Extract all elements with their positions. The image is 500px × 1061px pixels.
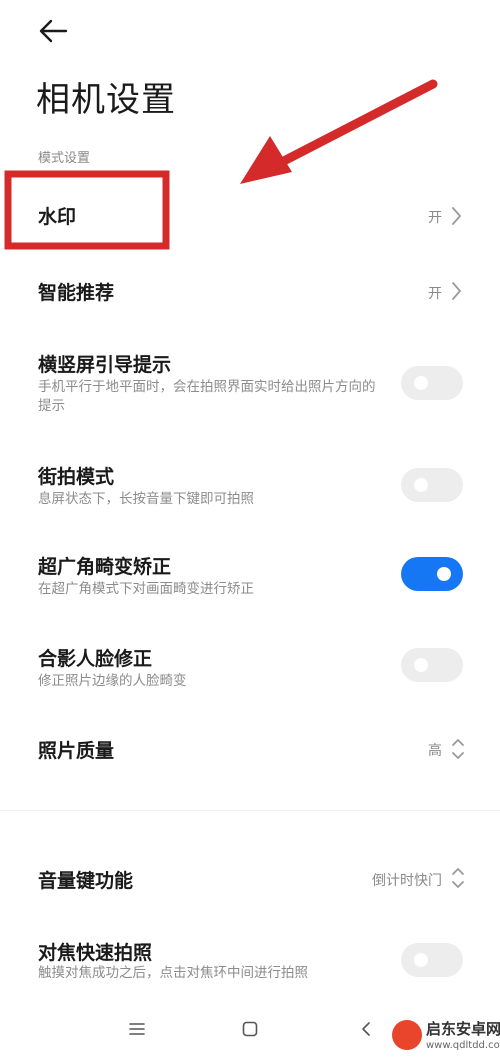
setting-title: 对焦快速拍照 [38, 942, 153, 964]
toggle-knob [414, 658, 428, 672]
setting-title: 横竖屏引导提示 [38, 354, 172, 376]
setting-group-face-correction[interactable]: 合影人脸修正 修正照片边缘的人脸畸变 [0, 636, 500, 706]
setting-subtitle: 触摸对焦成功之后，点击对焦环中间进行拍照 [38, 965, 308, 981]
toggle-knob [414, 953, 428, 967]
setting-title: 智能推荐 [38, 282, 115, 304]
setting-ultrawide-correction[interactable]: 超广角畸变矫正 在超广角模式下对画面畸变进行矫正 [0, 544, 500, 614]
setting-volume-key[interactable]: 音量键功能 倒计时快门 [0, 850, 500, 910]
setting-title: 超广角畸变矫正 [38, 556, 172, 578]
setting-value: 开 [428, 210, 442, 226]
ultrawide-correction-toggle[interactable] [401, 557, 463, 591]
setting-subtitle: 息屏状态下，长按音量下键即可拍照 [38, 491, 254, 507]
page-title: 相机设置 [36, 80, 176, 120]
home-icon[interactable] [241, 1020, 259, 1038]
setting-title: 音量键功能 [38, 870, 134, 892]
annotation-arrow [240, 79, 438, 184]
setting-title: 街拍模式 [38, 466, 115, 488]
setting-value: 倒计时快门 [372, 873, 442, 889]
setting-subtitle: 在超广角模式下对画面畸变进行矫正 [38, 581, 254, 597]
setting-smart-recommend[interactable]: 智能推荐 开 [0, 258, 500, 324]
chevron-up-down-icon [452, 739, 464, 759]
orientation-guide-toggle[interactable] [401, 366, 463, 400]
setting-photo-quality[interactable]: 照片质量 高 [0, 720, 500, 780]
toggle-knob [437, 567, 451, 581]
back-icon[interactable] [358, 1020, 376, 1038]
site-logo-icon [392, 1020, 422, 1050]
setting-street-mode[interactable]: 街拍模式 息屏状态下，长按音量下键即可拍照 [0, 452, 500, 522]
back-button[interactable] [36, 14, 76, 48]
setting-watermark[interactable]: 水印 开 [0, 180, 500, 250]
menu-icon[interactable] [128, 1020, 146, 1038]
setting-orientation-guide[interactable]: 横竖屏引导提示 手机平行于地平面时，会在拍照界面实时给出照片方向的提示 [0, 340, 500, 430]
focus-shoot-toggle[interactable] [401, 943, 463, 977]
section-divider [0, 810, 500, 811]
setting-title: 水印 [38, 206, 77, 228]
setting-value: 高 [428, 743, 442, 759]
chevron-right-icon [452, 207, 461, 225]
setting-value: 开 [428, 286, 442, 302]
setting-title: 照片质量 [38, 740, 115, 762]
street-mode-toggle[interactable] [401, 468, 463, 502]
toggle-knob [414, 478, 428, 492]
arrow-left-icon [39, 19, 68, 43]
section-label: 模式设置 [38, 151, 91, 166]
chevron-up-down-icon [452, 868, 464, 888]
setting-subtitle: 手机平行于地平面时，会在拍照界面实时给出照片方向的提示 [38, 379, 376, 414]
site-name: 启东安卓网 [426, 1020, 500, 1038]
setting-subtitle: 修正照片边缘的人脸畸变 [38, 673, 187, 689]
toggle-knob [414, 376, 428, 390]
group-face-correction-toggle[interactable] [401, 648, 463, 682]
site-url: www.qdltdd.com [426, 1040, 500, 1051]
site-watermark: 启东安卓网 www.qdltdd.com [392, 1016, 500, 1061]
setting-title: 合影人脸修正 [38, 648, 153, 670]
chevron-right-icon [452, 282, 461, 300]
setting-focus-shoot[interactable]: 对焦快速拍照 触摸对焦成功之后，点击对焦环中间进行拍照 [0, 930, 500, 1000]
